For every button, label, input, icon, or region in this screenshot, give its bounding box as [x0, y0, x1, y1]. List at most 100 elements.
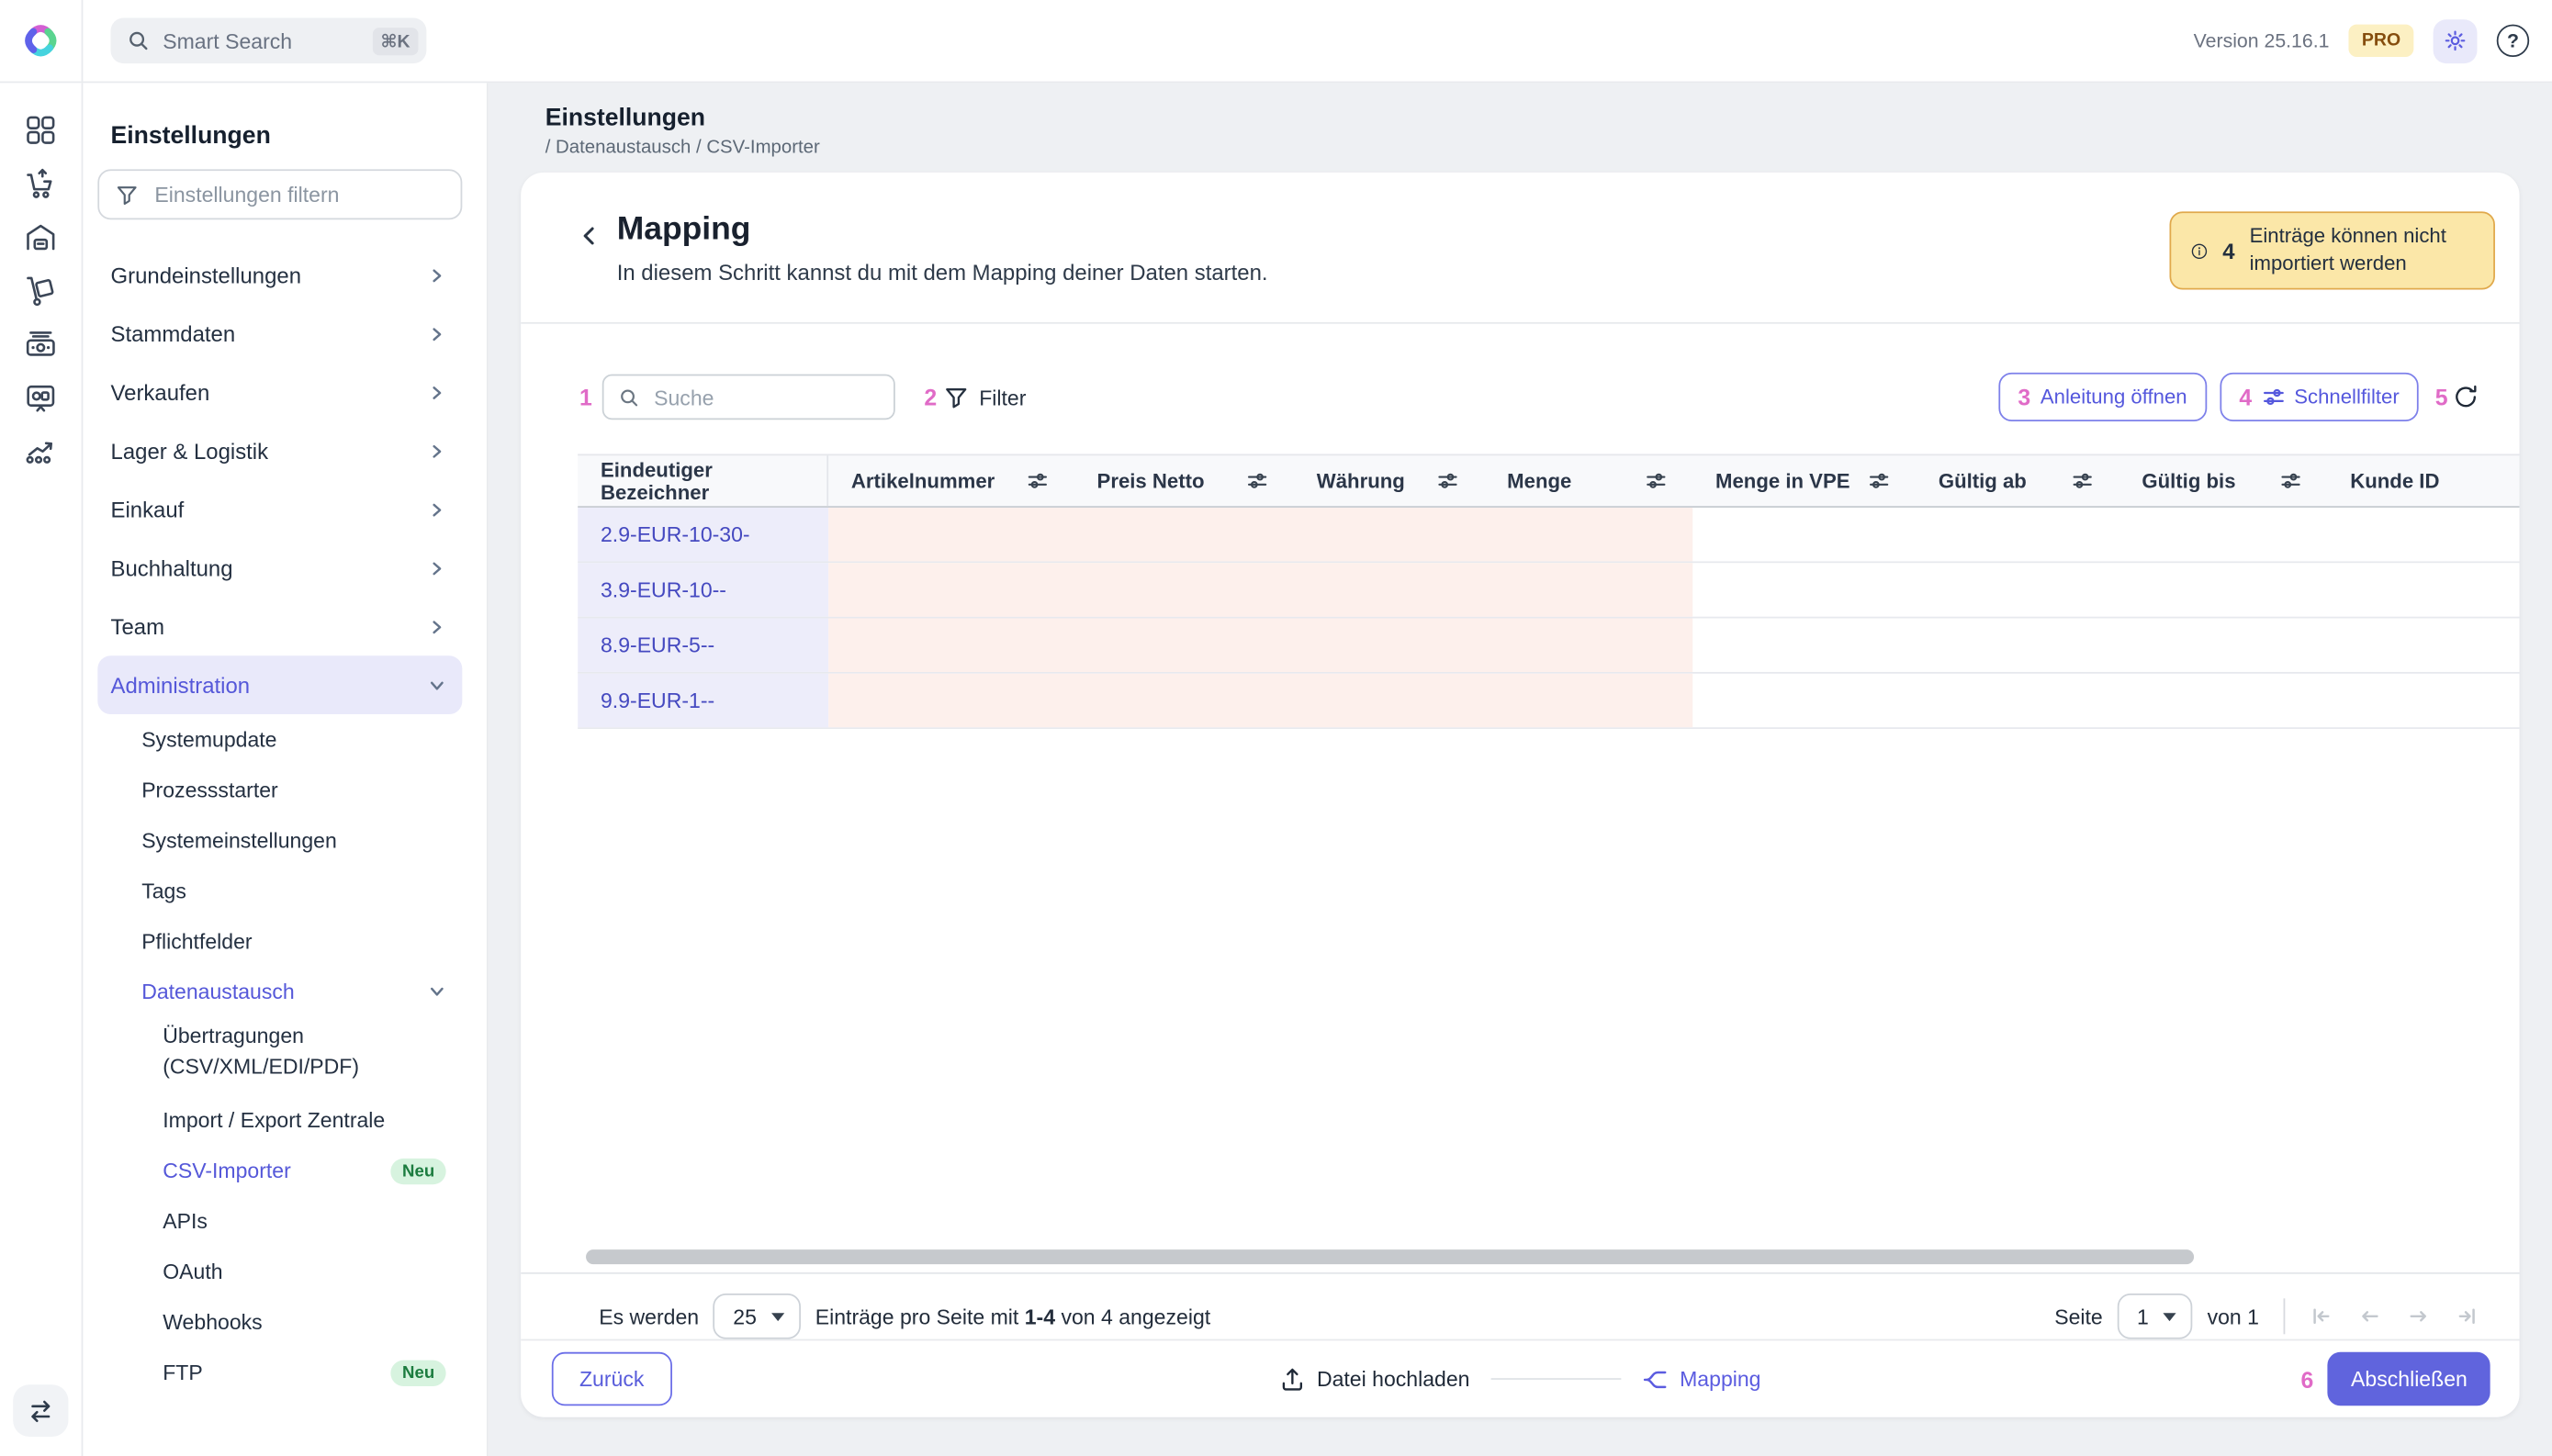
quickfilter-button[interactable]: 4 Schnellfilter	[2220, 373, 2419, 421]
step-upload[interactable]: Datei hochladen	[1279, 1366, 1469, 1392]
sales-cart-icon[interactable]	[23, 166, 59, 202]
first-page-icon[interactable]	[2310, 1305, 2333, 1327]
mapping-icon	[1642, 1366, 1668, 1392]
sidebar-title: Einstellungen	[111, 122, 487, 150]
step-upload-label: Datei hochladen	[1317, 1367, 1470, 1392]
card-head: Mapping In diesem Schritt kannst du mit …	[521, 173, 2519, 290]
annotation-3: 3	[2018, 384, 2030, 409]
next-page-icon[interactable]	[2407, 1305, 2430, 1327]
page-head: Einstellungen / Datenaustausch / CSV-Imp…	[521, 83, 2519, 158]
unmapped-error-cells	[828, 508, 1692, 561]
table-row[interactable]: 8.9-EUR-5--	[578, 618, 2519, 673]
finish-button[interactable]: Abschließen	[2328, 1352, 2490, 1406]
pagination-arrows	[2310, 1305, 2479, 1327]
logistics-dolly-icon[interactable]	[23, 274, 59, 309]
sidebar-filter-input[interactable]	[152, 181, 444, 208]
table-row[interactable]: 2.9-EUR-10-30-	[578, 508, 2519, 563]
sidebar-item-csv-importer[interactable]: CSV-ImporterNeu	[97, 1146, 462, 1196]
back-step-button[interactable]: Zurück	[552, 1352, 672, 1406]
column-header-gueltig-bis[interactable]: Gültig bis	[2119, 455, 2328, 506]
column-header-preis-netto[interactable]: Preis Netto	[1074, 455, 1294, 506]
sidebar-item-team[interactable]: Team	[97, 597, 462, 655]
search-icon	[618, 386, 639, 408]
column-header-menge[interactable]: Menge	[1484, 455, 1692, 506]
refresh-icon	[2453, 384, 2479, 409]
sidebar-item-apis[interactable]: APIs	[97, 1196, 462, 1247]
settings-sidebar: Einstellungen Grundeinstellungen Stammda…	[83, 83, 488, 1456]
analytics-chart-icon[interactable]	[23, 434, 59, 470]
unmapped-error-cells	[828, 563, 1692, 616]
column-header-eindeutiger-bezeichner[interactable]: Eindeutiger Bezeichner	[578, 455, 828, 506]
sidebar-item-stammdaten[interactable]: Stammdaten	[97, 304, 462, 363]
xentral-logo[interactable]	[0, 0, 83, 82]
column-mapping-icon[interactable]	[1027, 470, 1048, 491]
back-button[interactable]	[575, 221, 604, 251]
warning-count: 4	[2222, 239, 2234, 263]
sidebar-item-systemeinstellungen[interactable]: Systemeinstellungen	[97, 815, 462, 866]
finance-cash-icon[interactable]	[23, 327, 59, 363]
apps-grid-icon[interactable]	[23, 112, 59, 148]
sidebar-item-lager-logistik[interactable]: Lager & Logistik	[97, 421, 462, 480]
pro-badge: PRO	[2349, 25, 2414, 57]
column-header-kunde-id[interactable]: Kunde ID	[2327, 455, 2519, 506]
sidebar-item-buchhaltung[interactable]: Buchhaltung	[97, 539, 462, 598]
sidebar-item-einkauf[interactable]: Einkauf	[97, 480, 462, 539]
main-area: Einstellungen / Datenaustausch / CSV-Imp…	[489, 83, 2552, 1456]
prev-page-icon[interactable]	[2358, 1305, 2381, 1327]
column-header-menge-in-vpe[interactable]: Menge in VPE	[1692, 455, 1916, 506]
sidebar-item-pflichtfelder[interactable]: Pflichtfelder	[97, 916, 462, 967]
sidebar-item-grundeinstellungen[interactable]: Grundeinstellungen	[97, 246, 462, 305]
swap-arrows-icon	[26, 1396, 55, 1426]
icon-rail	[0, 83, 83, 1456]
sidebar-item-webhooks[interactable]: Webhooks	[97, 1297, 462, 1348]
column-header-artikelnummer[interactable]: Artikelnummer	[828, 455, 1074, 506]
column-header-gueltig-ab[interactable]: Gültig ab	[1916, 455, 2119, 506]
settings-gear-button[interactable]	[2434, 18, 2478, 62]
sidebar-item-prozessstarter[interactable]: Prozessstarter	[97, 765, 462, 815]
sidebar-item-verkaufen[interactable]: Verkaufen	[97, 363, 462, 421]
horizontal-scrollbar[interactable]	[586, 1249, 2194, 1264]
sidebar-item-uebertragungen[interactable]: Übertragungen (CSV/XML/EDI/PDF)	[97, 1017, 462, 1095]
help-button[interactable]: ?	[2497, 25, 2529, 57]
neu-badge: Neu	[391, 1158, 446, 1183]
shortcut-badge: ⌘K	[373, 27, 419, 54]
last-page-icon[interactable]	[2456, 1305, 2479, 1327]
sidebar-item-oauth[interactable]: OAuth	[97, 1247, 462, 1297]
step-mapping[interactable]: Mapping	[1642, 1366, 1760, 1392]
column-mapping-icon[interactable]	[1646, 470, 1667, 491]
chevron-down-icon	[428, 982, 445, 1000]
wizard-footer: Zurück Datei hochladen	[521, 1339, 2519, 1417]
open-guide-button[interactable]: 3 Anleitung öffnen	[1998, 373, 2207, 421]
sidebar-item-systemupdate[interactable]: Systemupdate	[97, 714, 462, 765]
sliders-icon	[2262, 386, 2285, 409]
sidebar-item-tags[interactable]: Tags	[97, 866, 462, 916]
warehouse-icon[interactable]	[23, 219, 59, 255]
sidebar-item-ftp[interactable]: FTPNeu	[97, 1347, 462, 1397]
pagesize-select[interactable]: 25	[714, 1294, 801, 1339]
page-label: Seite	[2054, 1305, 2103, 1329]
filter-button[interactable]: Filter	[943, 385, 1026, 409]
column-mapping-icon[interactable]	[2280, 470, 2301, 491]
smart-search[interactable]: Smart Search ⌘K	[111, 17, 427, 63]
pos-screen-icon[interactable]	[23, 381, 59, 417]
table-search-input[interactable]	[651, 383, 879, 410]
column-header-waehrung[interactable]: Währung	[1294, 455, 1484, 506]
table-row[interactable]: 3.9-EUR-10--	[578, 563, 2519, 618]
warning-text: Einträge können nicht importiert werden	[2250, 223, 2474, 278]
table-row[interactable]: 9.9-EUR-1--	[578, 674, 2519, 729]
column-mapping-icon[interactable]	[1869, 470, 1890, 491]
sidebar-item-administration[interactable]: Administration	[97, 655, 462, 714]
column-mapping-icon[interactable]	[1247, 470, 1268, 491]
filter-label: Filter	[979, 385, 1026, 409]
sidebar-item-datenaustausch[interactable]: Datenaustausch	[97, 967, 462, 1017]
refresh-button[interactable]	[2453, 384, 2479, 409]
sidebar-item-import-export-zentrale[interactable]: Import / Export Zentrale	[97, 1095, 462, 1146]
page-of-label: von 1	[2208, 1305, 2259, 1329]
switch-workspace-button[interactable]	[13, 1384, 68, 1437]
page-select[interactable]: 1	[2118, 1294, 2193, 1339]
column-mapping-icon[interactable]	[1437, 470, 1458, 491]
table-empty-space	[521, 729, 2519, 1249]
table-search	[601, 375, 894, 420]
upload-icon	[1279, 1366, 1305, 1392]
column-mapping-icon[interactable]	[2072, 470, 2093, 491]
